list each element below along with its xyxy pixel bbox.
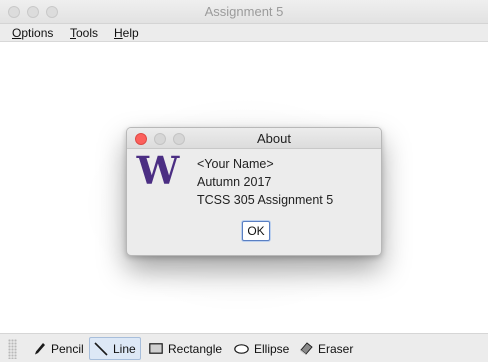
ellipse-icon <box>234 343 249 354</box>
menubar: Options Tools Help <box>0 24 488 42</box>
menu-help-mnemonic: H <box>114 26 123 40</box>
tool-toolbar: Pencil Line Rectangle Ellipse Eraser <box>0 333 488 362</box>
ok-button[interactable]: OK <box>242 221 270 241</box>
tool-eraser-label: Eraser <box>318 341 354 356</box>
tool-pencil-label: Pencil <box>51 341 84 356</box>
eraser-icon <box>300 342 313 355</box>
menu-help-rest: elp <box>122 26 139 40</box>
tool-eraser-button[interactable]: Eraser <box>295 337 357 360</box>
menu-tools-rest: ools <box>76 26 99 40</box>
about-course-line: TCSS 305 Assignment 5 <box>197 193 334 207</box>
about-dialog: About W <Your Name> Autumn 2017 TCSS 305… <box>126 127 382 256</box>
tool-line-button[interactable]: Line <box>89 337 141 360</box>
menu-options-rest: ptions <box>21 26 54 40</box>
about-dialog-title: About <box>257 131 291 146</box>
tool-ellipse-label: Ellipse <box>254 341 290 356</box>
about-name-line: <Your Name> <box>197 157 274 171</box>
tool-rectangle-label: Rectangle <box>168 341 223 356</box>
menu-help[interactable]: Help <box>114 26 139 40</box>
tool-ellipse-button[interactable]: Ellipse <box>230 337 293 360</box>
uw-logo-icon: W <box>136 153 181 187</box>
rectangle-icon <box>149 343 163 354</box>
window-titlebar: Assignment 5 <box>0 0 488 24</box>
menu-options-mnemonic: O <box>12 26 22 40</box>
window-title: Assignment 5 <box>204 4 284 19</box>
tool-pencil-button[interactable]: Pencil <box>30 337 88 360</box>
line-icon <box>94 341 108 356</box>
about-dialog-titlebar: About <box>127 128 381 149</box>
tool-rectangle-button[interactable]: Rectangle <box>145 337 226 360</box>
uw-logo-letter: W <box>136 153 181 187</box>
menu-options[interactable]: Options <box>12 26 53 40</box>
pencil-icon <box>35 342 45 354</box>
toolbar-grip-handle[interactable] <box>8 339 17 359</box>
menu-tools[interactable]: Tools <box>70 26 98 40</box>
about-term-line: Autumn 2017 <box>197 175 272 189</box>
tool-line-label: Line <box>113 341 136 356</box>
